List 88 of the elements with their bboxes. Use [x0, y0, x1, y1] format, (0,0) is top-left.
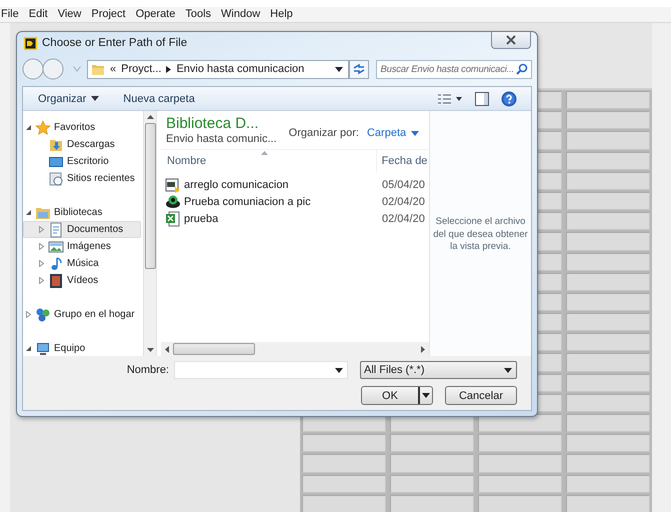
computer-icon: [35, 340, 51, 356]
menu-item[interactable]: View: [52, 7, 86, 22]
new-folder-button[interactable]: Nueva carpeta: [118, 88, 200, 108]
sidebar-item[interactable]: Sitios recientes: [23, 170, 141, 187]
sidebar-item[interactable]: Favoritos: [23, 119, 141, 136]
sidebar-item[interactable]: Descargas: [23, 136, 141, 153]
sidebar-item[interactable]: Equipo: [23, 340, 141, 356]
path-segment[interactable]: Proyct...: [121, 63, 162, 75]
project-icon: [165, 194, 181, 210]
path-segment[interactable]: Envio hasta comunicacion: [176, 63, 304, 75]
file-row[interactable]: Prueba comuniacion a pic 02/04/20: [161, 193, 429, 210]
sidebar-item[interactable]: Documentos: [23, 221, 141, 238]
collapsed-arrow-icon[interactable]: [38, 243, 45, 250]
menu-item[interactable]: Tools: [180, 7, 216, 22]
folder-icon: [90, 62, 105, 76]
close-icon: [505, 35, 517, 45]
collapsed-arrow-icon[interactable]: [25, 311, 32, 318]
file-name-field[interactable]: [174, 361, 348, 379]
file-name: prueba: [184, 212, 218, 224]
search-icon: [516, 63, 528, 75]
pictures-icon: [48, 238, 64, 254]
library-path: Envio hasta comunic...: [166, 133, 277, 145]
menu-item[interactable]: Project: [86, 7, 131, 22]
preview-message: Seleccione el archivo del que desea obtener la vista previa.: [432, 216, 529, 254]
expanded-arrow-icon[interactable]: [25, 124, 32, 131]
caret-icon: [422, 393, 430, 398]
path-overflow[interactable]: «: [110, 63, 116, 75]
sidebar-item[interactable]: Escritorio: [23, 153, 141, 170]
spreadsheet-icon: [165, 210, 181, 226]
expanded-arrow-icon[interactable]: [25, 209, 32, 216]
caret-icon: [91, 96, 100, 101]
sidebar-item[interactable]: Vídeos: [23, 272, 141, 289]
scrollbar[interactable]: [161, 342, 429, 356]
cancel-button[interactable]: Cancelar: [445, 386, 517, 405]
file-name-label: Nombre:: [126, 364, 169, 376]
caret-icon: [334, 66, 342, 72]
file-name: Prueba comuniacion a pic: [184, 196, 311, 208]
library-title: Biblioteca D...: [166, 115, 260, 132]
document-icon: [48, 222, 64, 238]
address-bar[interactable]: « Proyct... Envio hasta comunicacion: [86, 60, 348, 78]
pane-icon: [475, 92, 489, 106]
sort-arrow-icon: [261, 151, 268, 155]
file-row[interactable]: prueba 02/04/20: [161, 210, 429, 227]
column-header[interactable]: Nombre: [161, 150, 377, 172]
scroll-up-icon[interactable]: [146, 115, 154, 119]
list-view-icon: [437, 92, 463, 104]
app-icon: [24, 36, 37, 50]
refresh-icon: [352, 63, 365, 75]
menu-item[interactable]: Help: [265, 7, 298, 22]
file-date: 05/04/20: [381, 178, 425, 190]
organize-menu[interactable]: Organizar: [33, 88, 104, 108]
file-icon: [165, 176, 181, 192]
window-title: Choose or Enter Path of File: [42, 37, 188, 49]
scroll-down-icon[interactable]: [146, 348, 154, 352]
expanded-arrow-icon[interactable]: [25, 345, 32, 352]
recent-places-icon: [48, 170, 64, 186]
homegroup-icon: [35, 306, 51, 322]
file-date: 02/04/20: [381, 196, 425, 208]
file-date: 02/04/20: [381, 212, 425, 224]
scroll-left-icon[interactable]: [165, 346, 169, 352]
column-header[interactable]: Fecha de: [376, 150, 429, 172]
arrange-dropdown[interactable]: Carpeta: [366, 127, 420, 139]
scroll-right-icon[interactable]: [421, 346, 425, 352]
refresh-button[interactable]: [348, 60, 370, 78]
file-type-dropdown[interactable]: All Files (*.*): [360, 361, 517, 379]
file-row[interactable]: arreglo comunicacion 05/04/20: [161, 176, 429, 193]
menu-item[interactable]: Edit: [24, 7, 53, 22]
sidebar-item[interactable]: Imágenes: [23, 238, 141, 255]
close-button[interactable]: [491, 32, 531, 49]
caret-icon: [335, 368, 343, 372]
caret-icon: [411, 130, 420, 136]
menu-item[interactable]: Window: [216, 7, 266, 22]
menu-item[interactable]: File: [0, 7, 24, 22]
help-icon: [501, 90, 517, 106]
sidebar-item[interactable]: Bibliotecas: [23, 204, 141, 221]
ok-button[interactable]: OK: [361, 386, 433, 405]
collapsed-arrow-icon[interactable]: [38, 260, 45, 267]
star-icon: [35, 120, 51, 136]
sidebar-item[interactable]: Música: [23, 255, 141, 272]
collapsed-arrow-icon[interactable]: [38, 277, 45, 284]
file-name: arreglo comunicacion: [184, 178, 289, 190]
search-field[interactable]: Buscar Envio hasta comunicaci...: [376, 60, 532, 78]
chevron-icon: [166, 66, 172, 72]
film-icon: [48, 272, 64, 288]
arrange-label: Organizar por:: [288, 127, 359, 139]
sidebar-item[interactable]: Grupo en el hogar: [23, 306, 141, 323]
scrollbar[interactable]: [143, 111, 156, 356]
menu-item[interactable]: Operate: [130, 7, 180, 22]
